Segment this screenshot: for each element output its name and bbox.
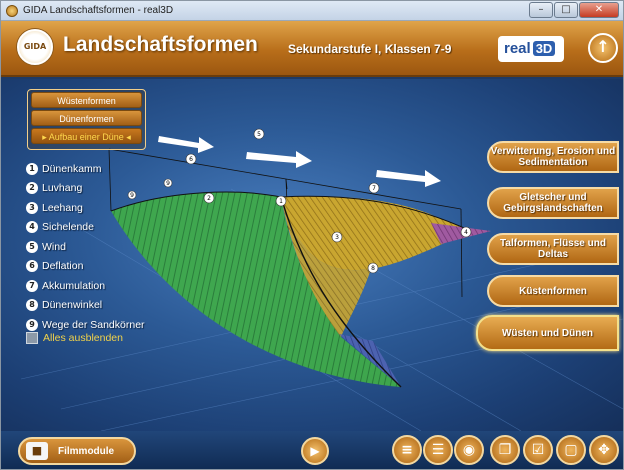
window-icon[interactable]: ▢ (556, 435, 586, 465)
submenu-item-duenenformen[interactable]: Dünenformen (31, 110, 142, 126)
hide-all-toggle[interactable]: Alles ausblenden (26, 332, 123, 344)
film-modules-label: Filmmodule (58, 446, 114, 457)
svg-text:9: 9 (166, 180, 170, 187)
maximize-button[interactable]: □ (554, 2, 578, 18)
svg-text:3: 3 (335, 234, 339, 241)
brand-text: real (504, 40, 531, 57)
svg-text:1: 1 (279, 198, 283, 205)
real3d-logo: real3D (498, 36, 564, 62)
text-list-icon[interactable]: ☰ (423, 435, 453, 465)
topic-button-kuestenformen[interactable]: Küstenformen (487, 275, 619, 307)
topic-button-gletscher[interactable]: Gletscher und Gebirgslandschaften (487, 187, 619, 219)
marker-1[interactable]: 1 (276, 196, 286, 206)
legend-item[interactable]: 1 Dünenkamm (26, 159, 145, 179)
legend-item[interactable]: 2 Luvhang (26, 179, 145, 199)
copy-icon[interactable]: ❐ (490, 435, 520, 465)
film-modules-button[interactable]: ■ Filmmodule (18, 437, 136, 465)
film-camera-icon: ■ (26, 442, 48, 460)
legend-item[interactable]: 3 Leehang (26, 198, 145, 218)
title-bar: GIDA Landschaftsformen - real3D – □ ✕ (1, 1, 623, 21)
gida-logo: GIDA (17, 29, 53, 65)
topic-button-talformen[interactable]: Talformen, Flüsse und Deltas (487, 233, 619, 265)
wind-arrows (158, 136, 441, 187)
number-badge: 5 (26, 241, 38, 253)
app-window: GIDA Landschaftsformen - real3D – □ ✕ GI… (0, 0, 624, 470)
marker-6[interactable]: 6 (186, 154, 196, 164)
legend-label: Wind (42, 241, 66, 253)
legend-item[interactable]: 5 Wind (26, 237, 145, 257)
submenu-item-aufbau[interactable]: ▸ Aufbau einer Düne ◂ (31, 128, 142, 144)
topic-button-wuesten[interactable]: Wüsten und Dünen (476, 315, 619, 351)
brand-3d-text: 3D (533, 41, 556, 56)
marker-2[interactable]: 2 (204, 193, 214, 203)
svg-text:6: 6 (189, 156, 193, 163)
number-badge: 2 (26, 182, 38, 194)
marker-9b[interactable]: 9 (164, 179, 172, 187)
svg-text:7: 7 (372, 185, 376, 192)
marker-5[interactable]: 5 (254, 129, 264, 139)
legend-item[interactable]: 8 Dünenwinkel (26, 296, 145, 316)
window-title: GIDA Landschaftsformen - real3D (23, 5, 173, 16)
checklist-icon[interactable]: ☑ (523, 435, 553, 465)
legend-item[interactable]: 4 Sichelende (26, 218, 145, 238)
legend-label: Akkumulation (42, 280, 105, 292)
legend-list: 1 Dünenkamm 2 Luvhang 3 Leehang 4 Sichelende… (26, 159, 145, 335)
number-badge: 1 (26, 163, 38, 175)
window-controls: – □ ✕ (528, 2, 619, 18)
number-badge: 8 (26, 299, 38, 311)
topic-button-verwitterung[interactable]: Verwitterung, Erosion und Sedimentation (487, 141, 619, 173)
footer-toolbar: ■ Filmmodule ▶ ≡ ☰ ◉ ❐ ☑ ▢ ✥ (1, 431, 623, 470)
legend-item[interactable]: 6 Deflation (26, 257, 145, 277)
app-header: GIDA Landschaftsformen Sekundarstufe I, … (1, 21, 623, 77)
close-button[interactable]: ✕ (579, 2, 619, 18)
marker-3[interactable]: 3 (332, 232, 342, 242)
number-badge: 4 (26, 221, 38, 233)
play-icon[interactable]: ▶ (301, 437, 329, 465)
list-icon[interactable]: ≡ (392, 435, 422, 465)
svg-text:4: 4 (464, 229, 468, 236)
legend-label: Deflation (42, 260, 83, 272)
number-badge: 7 (26, 280, 38, 292)
hide-all-checkbox[interactable] (26, 332, 38, 344)
legend-label: Sichelende (42, 221, 94, 233)
legend-label: Dünenwinkel (42, 299, 102, 311)
svg-text:2: 2 (207, 195, 211, 202)
number-badge: 9 (26, 319, 38, 331)
marker-8[interactable]: 8 (368, 263, 378, 273)
legend-label: Leehang (42, 202, 83, 214)
legend-label: Dünenkamm (42, 163, 102, 175)
number-badge: 6 (26, 260, 38, 272)
camera-icon[interactable]: ◉ (454, 435, 484, 465)
submenu: Wüstenformen Dünenformen ▸ Aufbau einer … (27, 89, 146, 150)
arrow-up-icon[interactable]: ↑ (588, 33, 618, 63)
legend-label: Luvhang (42, 182, 82, 194)
3d-stage[interactable]: 5 6 7 9 9 2 1 3 4 8 Wüstenformen Dünenfo… (1, 79, 623, 431)
app-title: Landschaftsformen (63, 33, 258, 57)
marker-7[interactable]: 7 (369, 183, 379, 193)
hide-all-label: Alles ausblenden (43, 332, 123, 344)
svg-text:8: 8 (371, 265, 375, 272)
grade-subtitle: Sekundarstufe I, Klassen 7-9 (288, 42, 451, 56)
submenu-item-wuestenformen[interactable]: Wüstenformen (31, 92, 142, 108)
number-badge: 3 (26, 202, 38, 214)
move-icon[interactable]: ✥ (589, 435, 619, 465)
marker-4[interactable]: 4 (461, 227, 471, 237)
app-icon (6, 5, 18, 17)
svg-text:5: 5 (257, 131, 261, 138)
legend-item[interactable]: 7 Akkumulation (26, 276, 145, 296)
legend-label: Wege der Sandkörner (42, 319, 145, 331)
minimize-button[interactable]: – (529, 2, 553, 18)
